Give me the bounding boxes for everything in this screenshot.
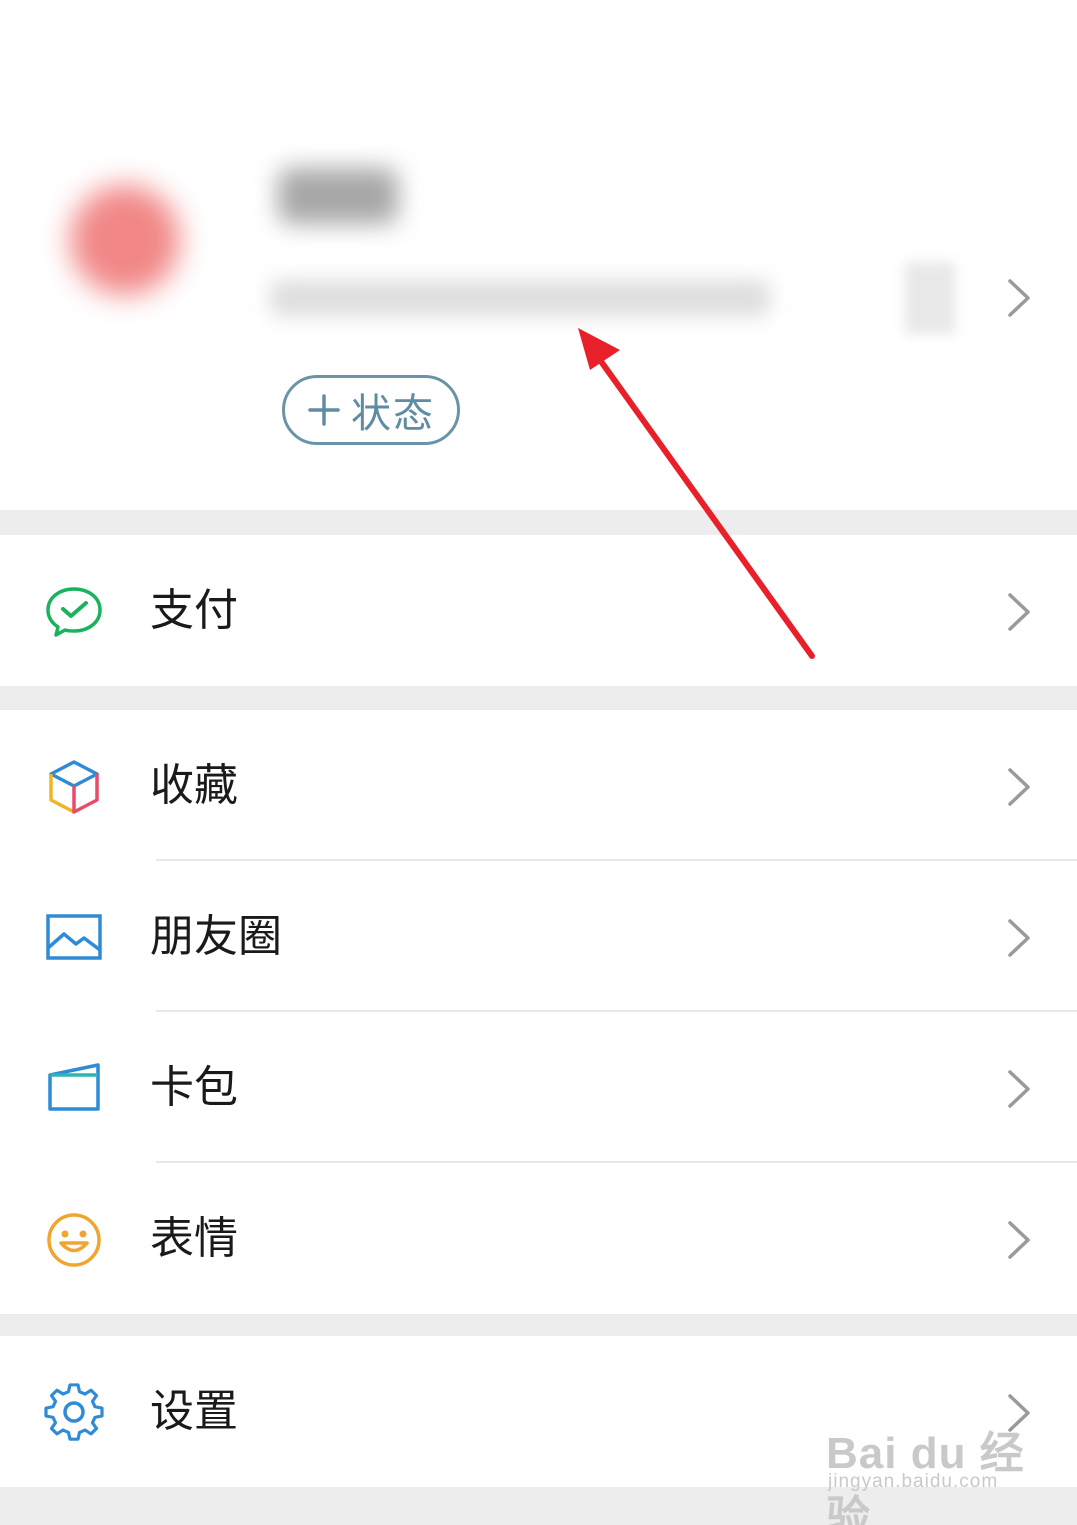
wechat-id-blurred xyxy=(270,280,770,316)
menu-label-settings: 设置 xyxy=(150,1386,238,1437)
chevron-right-icon xyxy=(1008,1070,1030,1108)
menu-item-pay[interactable]: 支付 xyxy=(0,535,1077,686)
plus-icon xyxy=(308,394,340,426)
menu-label-moments: 朋友圈 xyxy=(150,911,282,962)
menu-item-favorites[interactable]: 收藏 xyxy=(0,710,1077,861)
status-button-label: 状态 xyxy=(351,391,435,437)
smiley-icon xyxy=(47,1213,101,1267)
me-page: 状态 支付 收藏 朋友圈 卡包 表情 设置 Bai du 经验 jingyan.… xyxy=(0,0,1077,1525)
chevron-right-icon xyxy=(1008,768,1030,806)
baidu-jingyan-watermark: Bai du 经验 jingyan.baidu.com xyxy=(826,1403,1026,1525)
image-icon xyxy=(46,914,102,960)
chevron-right-icon xyxy=(1008,593,1030,631)
chevron-right-icon xyxy=(1008,279,1030,317)
watermark-sub: jingyan.baidu.com xyxy=(828,1471,999,1492)
menu-group-pay: 支付 xyxy=(0,535,1077,686)
card-icon xyxy=(48,1063,100,1111)
nickname-blurred xyxy=(278,168,398,224)
avatar[interactable] xyxy=(70,185,180,295)
menu-item-moments[interactable]: 朋友圈 xyxy=(0,861,1077,1012)
add-status-button[interactable]: 状态 xyxy=(282,375,460,445)
wechat-pay-icon xyxy=(46,587,102,637)
menu-label-stickers: 表情 xyxy=(150,1213,238,1264)
qr-code-icon[interactable] xyxy=(905,262,955,334)
cube-icon xyxy=(49,760,99,814)
menu-label-pay: 支付 xyxy=(150,585,238,636)
chevron-right-icon xyxy=(1008,919,1030,957)
chevron-right-icon xyxy=(1008,1221,1030,1259)
menu-label-favorites: 收藏 xyxy=(150,760,238,811)
gear-icon xyxy=(44,1383,104,1441)
profile-header[interactable]: 状态 xyxy=(0,0,1077,510)
menu-item-stickers[interactable]: 表情 xyxy=(0,1163,1077,1314)
menu-item-card-pack[interactable]: 卡包 xyxy=(0,1012,1077,1163)
menu-label-card-pack: 卡包 xyxy=(150,1062,238,1113)
menu-group-main: 收藏 朋友圈 卡包 表情 xyxy=(0,710,1077,1314)
